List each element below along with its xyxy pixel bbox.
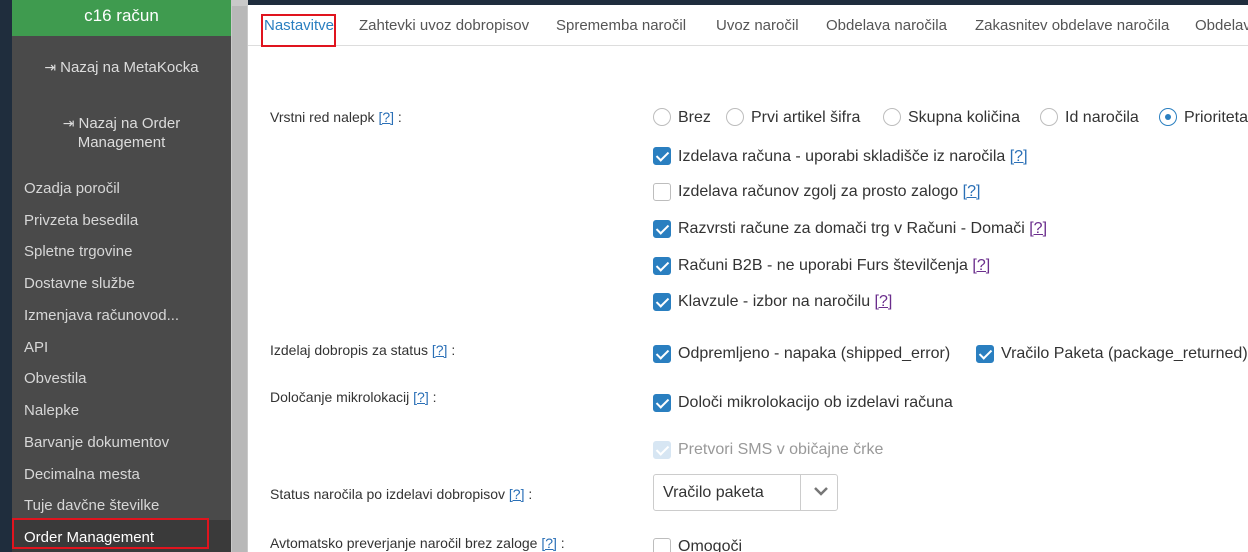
checkbox-doloci-mikrolokacijo[interactable] (653, 394, 671, 412)
checkbox-omogoci[interactable] (653, 538, 671, 552)
tab-zakasnitev-obdelave-narocila[interactable]: Zakasnitev obdelave naročila (975, 17, 1169, 34)
checkbox-razvrsti-racune-label: Razvrsti račune za domači trg v Računi -… (678, 220, 1048, 237)
checkbox-pretvori-sms (653, 441, 671, 459)
order-status-select[interactable]: Vračilo paketa (653, 474, 838, 511)
checkbox-omogoci-label: Omogoči (678, 538, 743, 552)
tab-zahtevki-uvoz-dobropisov[interactable]: Zahtevki uvoz dobropisov (359, 17, 529, 34)
checkbox-shipped-error[interactable] (653, 345, 671, 363)
radio-prvi-artikel-sifra-label: Prvi artikel šifra (751, 109, 861, 126)
tab-sprememba-narocil[interactable]: Sprememba naročil (556, 17, 686, 34)
microlocation-label: Določanje mikrolokacij [?] : (270, 389, 437, 405)
radio-id-narocila[interactable] (1040, 108, 1058, 126)
sidebar-item-tuje-davcne-stevilke[interactable]: Tuje davčne številke (24, 497, 224, 514)
sidebar-item-dostavne-sluzbe[interactable]: Dostavne službe (24, 275, 224, 292)
checkbox-pretvori-sms-label: Pretvori SMS v običajne črke (678, 441, 884, 458)
checkbox-doloci-mikrolokacijo-label: Določi mikrolokacijo ob izdelavi računa (678, 394, 953, 411)
checkbox-uporabi-skladisce-label: Izdelava računa - uporabi skladišče iz n… (678, 148, 1028, 165)
help-link[interactable]: [?] (509, 486, 525, 502)
sidebar-item-barvanje-dokumentov[interactable]: Barvanje dokumentov (24, 434, 224, 451)
help-link[interactable]: [?] (963, 183, 981, 200)
left-gutter (0, 0, 12, 552)
radio-prvi-artikel-sifra[interactable] (726, 108, 744, 126)
help-link[interactable]: [?] (972, 257, 990, 274)
checkbox-klavzule-label: Klavzule - izbor na naročilu [?] (678, 293, 893, 310)
radio-prioriteta[interactable] (1159, 108, 1177, 126)
auto-check-label: Avtomatsko preverjanje naročil brez zalo… (270, 535, 565, 551)
tab-obdelava[interactable]: Obdelava (1195, 17, 1248, 34)
checkbox-package-returned[interactable] (976, 345, 994, 363)
order-status-label: Status naročila po izdelavi dobropisov [… (270, 486, 533, 502)
checkbox-klavzule[interactable] (653, 293, 671, 311)
sidebar-item-obvestila[interactable]: Obvestila (24, 370, 224, 387)
help-link[interactable]: [?] (432, 342, 448, 358)
radio-id-narocila-label: Id naročila (1065, 109, 1139, 126)
back-to-order-management-link[interactable]: ⇥ Nazaj na Order Management (12, 114, 231, 152)
sign-out-icon: ⇥ (62, 115, 75, 131)
help-link[interactable]: [?] (1010, 148, 1028, 165)
chevron-down-icon (814, 487, 828, 496)
sidebar-item-api[interactable]: API (24, 339, 224, 356)
highlight-box-sidebar (12, 518, 209, 549)
checkbox-prosto-zalogo[interactable] (653, 183, 671, 201)
sidebar-title: c16 račun (12, 0, 231, 36)
checkbox-package-returned-label: Vračilo Paketa (package_returned) (1001, 345, 1248, 362)
checkbox-razvrsti-racune[interactable] (653, 220, 671, 238)
help-link[interactable]: [?] (413, 389, 429, 405)
sidebar: c16 račun ⇥ Nazaj na MetaKocka ⇥ Nazaj na … (12, 0, 231, 552)
sidebar-item-nalepke[interactable]: Nalepke (24, 402, 224, 419)
tab-obdelava-narocila[interactable]: Obdelava naročila (826, 17, 947, 34)
checkbox-b2b-furs[interactable] (653, 257, 671, 275)
sidebar-item-spletne-trgovine[interactable]: Spletne trgovine (24, 243, 224, 260)
back-to-metakocka-link[interactable]: ⇥ Nazaj na MetaKocka (12, 58, 231, 77)
radio-skupna-kolicina-label: Skupna količina (908, 109, 1021, 126)
radio-brez[interactable] (653, 108, 671, 126)
order-status-select-value: Vračilo paketa (663, 484, 764, 501)
sidebar-item-ozadja-porocil[interactable]: Ozadja poročil (24, 180, 224, 197)
help-link[interactable]: [?] (875, 293, 893, 310)
tab-bar: Nastavitve Zahtevki uvoz dobropisov Spre… (248, 5, 1248, 46)
help-link[interactable]: [?] (378, 109, 394, 125)
radio-skupna-kolicina[interactable] (883, 108, 901, 126)
checkbox-uporabi-skladisce[interactable] (653, 147, 671, 165)
sidebar-item-privzeta-besedila[interactable]: Privzeta besedila (24, 212, 224, 229)
checkbox-shipped-error-label: Odpremljeno - napaka (shipped_error) (678, 345, 951, 362)
checkbox-prosto-zalogo-label: Izdelava računov zgolj za prosto zalogo … (678, 183, 981, 200)
settings-form: Vrstni red nalepk [?] : Brez Prvi artike… (248, 46, 1248, 552)
checkbox-b2b-furs-label: Računi B2B - ne uporabi Furs številčenja… (678, 257, 991, 274)
radio-prioriteta-label: Prioriteta (1184, 109, 1248, 126)
radio-brez-label: Brez (678, 109, 711, 126)
sidebar-item-izmenjava-racunovod[interactable]: Izmenjava računovod... (24, 307, 224, 324)
sign-out-icon: ⇥ (44, 59, 57, 75)
tab-uvoz-narocil[interactable]: Uvoz naročil (716, 17, 799, 34)
sidebar-item-decimalna-mesta[interactable]: Decimalna mesta (24, 466, 224, 483)
select-divider (800, 475, 801, 510)
help-link[interactable]: [?] (541, 535, 557, 551)
scrollbar-thumb[interactable] (232, 6, 247, 552)
sidebar-scrollbar[interactable] (231, 0, 248, 552)
highlight-box-tab (261, 14, 336, 47)
label-order-label: Vrstni red nalepk [?] : (270, 109, 402, 125)
credit-note-status-label: Izdelaj dobropis za status [?] : (270, 342, 456, 358)
help-link[interactable]: [?] (1029, 220, 1047, 237)
